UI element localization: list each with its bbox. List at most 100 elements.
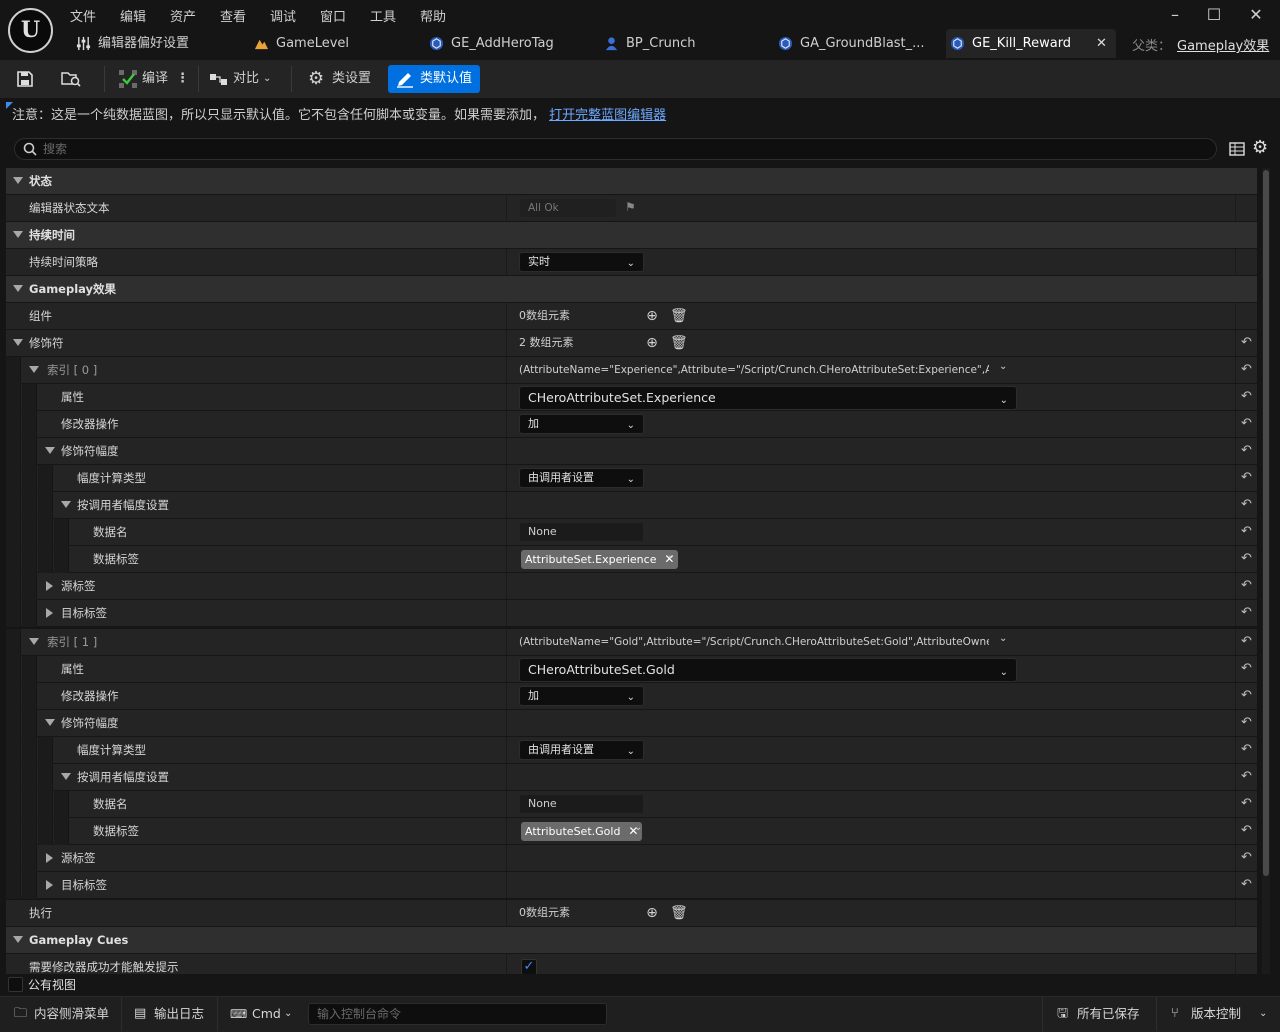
compile-button[interactable]: 编译 ⋮ [116, 65, 189, 93]
menu-view[interactable]: 查看 [220, 6, 246, 25]
tab-bp-crunch[interactable]: BP_Crunch [600, 29, 765, 58]
menu-file[interactable]: 文件 [70, 6, 96, 25]
add-element-icon[interactable]: ⊕ [644, 905, 660, 921]
reset-to-default-icon[interactable]: ↶ [1235, 629, 1257, 655]
reset-to-default-icon[interactable]: ↶ [1235, 438, 1257, 464]
reset-to-default-icon[interactable]: ↶ [1235, 573, 1257, 599]
menu-help[interactable]: 帮助 [420, 6, 446, 25]
attribute-dropdown[interactable]: CHeroAttributeSet.Gold ⌄ [519, 658, 1017, 682]
category-status[interactable]: 状态 [6, 168, 1257, 195]
tab-ga-groundblast[interactable]: GA_GroundBlast_... [774, 29, 939, 58]
settings-gear-icon[interactable]: ⚙ [1252, 137, 1268, 158]
trash-icon[interactable]: 🗑 [670, 905, 688, 921]
search-input[interactable] [43, 141, 1203, 157]
add-element-icon[interactable]: ⊕ [644, 308, 660, 324]
reset-to-default-icon[interactable]: ↶ [1235, 818, 1257, 844]
reset-to-default-icon[interactable]: ↶ [1235, 519, 1257, 545]
collapse-arrow-icon[interactable] [61, 501, 71, 508]
collapse-arrow-icon[interactable] [13, 936, 23, 943]
category-gameplay-cues[interactable]: Gameplay Cues [6, 927, 1257, 954]
close-tab-icon[interactable]: ✕ [1096, 29, 1107, 58]
parent-class-link[interactable]: Gameplay效果 [1177, 35, 1269, 54]
reset-to-default-icon[interactable]: ↶ [1235, 411, 1257, 437]
scrollbar-thumb[interactable] [1263, 170, 1269, 876]
tab-ge-addherotag[interactable]: GE_AddHeroTag [425, 29, 595, 58]
public-view-checkbox[interactable] [8, 977, 23, 992]
chevron-down-icon[interactable]: ⌄ [667, 550, 675, 561]
gameplay-tag-chip[interactable]: AttributeSet.Gold ✕ [521, 822, 643, 841]
reset-to-default-icon[interactable]: ↶ [1235, 791, 1257, 817]
add-element-icon[interactable]: ⊕ [644, 335, 660, 351]
minimize-icon[interactable]: – [1160, 4, 1190, 26]
cmd-selector[interactable]: ⌨ Cmd ⌄ [218, 997, 304, 1031]
reset-to-default-icon[interactable]: ↶ [1235, 384, 1257, 410]
chevron-down-icon[interactable]: ⌄ [999, 633, 1007, 644]
content-drawer-button[interactable]: 🗀 内容侧滑菜单 [0, 997, 122, 1031]
diff-button[interactable]: 对比 ⌄ [209, 65, 279, 93]
reset-to-default-icon[interactable]: ↶ [1235, 737, 1257, 763]
duration-policy-dropdown[interactable]: 实时 ⌄ [519, 252, 644, 272]
reset-to-default-icon[interactable]: ↶ [1235, 710, 1257, 736]
output-log-button[interactable]: ▤ 输出日志 [122, 997, 218, 1031]
menu-window[interactable]: 窗口 [320, 6, 346, 25]
tab-gamelevel[interactable]: GameLevel [250, 29, 415, 58]
open-full-editor-link[interactable]: 打开完整蓝图编辑器 [549, 108, 666, 123]
chevron-down-icon[interactable]: ⌄ [999, 361, 1007, 372]
modifier-op-dropdown[interactable]: 加 ⌄ [519, 686, 644, 706]
expand-arrow-icon[interactable] [46, 581, 53, 591]
gameplay-tag-chip[interactable]: AttributeSet.Experience ✕ [521, 550, 679, 569]
trash-icon[interactable]: 🗑 [670, 308, 688, 324]
collapse-arrow-icon[interactable] [13, 177, 23, 184]
chevron-down-icon[interactable]: ⌄ [634, 822, 642, 833]
table-view-icon[interactable] [1229, 141, 1245, 157]
magnitude-calc-dropdown[interactable]: 由调用者设置 ⌄ [519, 740, 644, 760]
save-all-button[interactable]: 🖫 所有已保存 [1043, 997, 1157, 1031]
magnitude-calc-dropdown[interactable]: 由调用者设置 ⌄ [519, 468, 644, 488]
expand-arrow-icon[interactable] [46, 880, 53, 890]
maximize-icon[interactable]: ☐ [1199, 4, 1229, 26]
reset-to-default-icon[interactable]: ↶ [1235, 465, 1257, 491]
reset-to-default-icon[interactable]: ↶ [1235, 872, 1257, 898]
collapse-arrow-icon[interactable] [13, 339, 23, 346]
data-name-field[interactable]: None [519, 522, 644, 542]
menu-asset[interactable]: 资产 [170, 6, 196, 25]
reset-to-default-icon[interactable]: ↶ [1235, 357, 1257, 383]
collapse-arrow-icon[interactable] [29, 366, 39, 373]
expand-arrow-icon[interactable] [46, 853, 53, 863]
reset-to-default-icon[interactable]: ↶ [1235, 845, 1257, 871]
menu-edit[interactable]: 编辑 [120, 6, 146, 25]
reset-to-default-icon[interactable]: ↶ [1235, 546, 1257, 572]
collapse-arrow-icon[interactable] [13, 285, 23, 292]
browse-button[interactable] [60, 65, 86, 93]
compile-options-icon[interactable]: ⋮ [176, 65, 189, 93]
reset-to-default-icon[interactable]: ↶ [1235, 600, 1257, 626]
modifier-op-dropdown[interactable]: 加 ⌄ [519, 414, 644, 434]
menu-debug[interactable]: 调试 [270, 6, 296, 25]
collapse-arrow-icon[interactable] [45, 447, 55, 454]
category-duration[interactable]: 持续时间 [6, 222, 1257, 249]
collapse-arrow-icon[interactable] [29, 638, 39, 645]
reset-to-default-icon[interactable]: ↶ [1235, 492, 1257, 518]
console-command-input[interactable] [308, 1003, 607, 1025]
tab-editor-preferences[interactable]: 编辑器偏好设置 [72, 29, 242, 58]
tab-ge-kill-reward[interactable]: GE_Kill_Reward ✕ [946, 29, 1116, 58]
class-defaults-button[interactable]: 类默认值 [388, 65, 480, 93]
data-name-field[interactable]: None [519, 794, 644, 814]
require-success-checkbox[interactable]: ✓ [521, 959, 537, 974]
reset-to-default-icon[interactable]: ↶ [1235, 764, 1257, 790]
source-control-button[interactable]: ⑂ 版本控制 ⌄ [1157, 997, 1280, 1031]
collapse-arrow-icon[interactable] [45, 719, 55, 726]
reset-to-default-icon[interactable]: ↶ [1235, 656, 1257, 682]
collapse-arrow-icon[interactable] [13, 231, 23, 238]
save-button[interactable] [16, 65, 40, 93]
attribute-dropdown[interactable]: CHeroAttributeSet.Experience ⌄ [519, 386, 1017, 410]
reset-to-default-icon[interactable]: ↶ [1235, 683, 1257, 709]
close-window-icon[interactable]: ✕ [1241, 4, 1271, 26]
class-settings-button[interactable]: ⚙ 类设置 [308, 65, 380, 93]
menu-tools[interactable]: 工具 [370, 6, 396, 25]
expand-arrow-icon[interactable] [46, 608, 53, 618]
category-gameplay-effect[interactable]: Gameplay效果 [6, 276, 1257, 303]
collapse-arrow-icon[interactable] [61, 773, 71, 780]
unreal-logo-icon[interactable]: U [8, 8, 53, 53]
reset-to-default-icon[interactable]: ↶ [1235, 330, 1257, 356]
